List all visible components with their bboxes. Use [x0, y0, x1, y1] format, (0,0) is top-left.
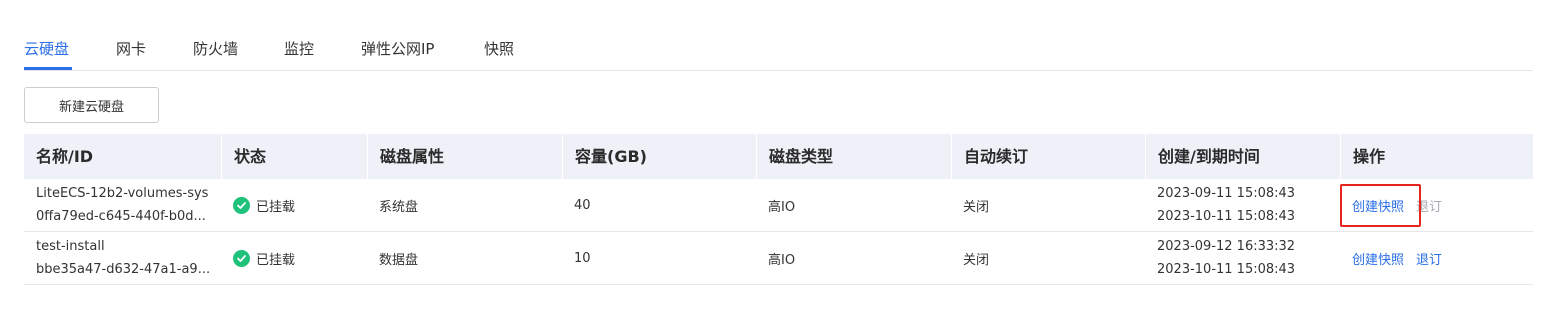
cell-name-id: LiteECS-12b2-volumes-sys 0ffa79ed-c645-4… — [24, 179, 220, 231]
check-circle-icon — [233, 249, 250, 267]
tab-monitoring[interactable]: 监控 — [284, 38, 314, 60]
tab-nic[interactable]: 网卡 — [116, 38, 146, 60]
tab-snapshot[interactable]: 快照 — [484, 38, 514, 60]
cell-auto-renew: 关闭 — [963, 199, 990, 215]
resource-tabs: 云硬盘 网卡 防火墙 监控 弹性公网IP 快照 — [24, 34, 1533, 71]
table-row: test-install bbe35a47-d632-47a1-a9... 已挂… — [24, 232, 1533, 285]
cell-capacity: 40 — [574, 197, 591, 213]
table-header: 名称/ID 状态 磁盘属性 容量(GB) 磁盘类型 自动续订 创建/到期时间 操… — [24, 134, 1533, 179]
cell-status: 已挂载 — [221, 179, 367, 231]
created-time: 2023-09-12 16:33:32 — [1157, 239, 1296, 254]
disk-name: test-install — [36, 239, 105, 254]
tab-firewall[interactable]: 防火墙 — [193, 38, 238, 60]
header-actions: 操作 — [1340, 134, 1533, 179]
create-snapshot-link[interactable]: 创建快照 — [1352, 196, 1404, 215]
row-actions: 创建快照 退订 — [1352, 249, 1442, 268]
cloud-disk-table: 名称/ID 状态 磁盘属性 容量(GB) 磁盘类型 自动续订 创建/到期时间 操… — [24, 134, 1533, 285]
header-capacity: 容量(GB) — [562, 134, 756, 179]
expire-time: 2023-10-11 15:08:43 — [1157, 209, 1296, 224]
cell-created-expires: 2023-09-12 16:33:32 2023-10-11 15:08:43 — [1145, 232, 1340, 284]
table-row: LiteECS-12b2-volumes-sys 0ffa79ed-c645-4… — [24, 179, 1533, 232]
cell-disk-type: 高IO — [768, 252, 796, 268]
unsubscribe-link[interactable]: 退订 — [1416, 196, 1442, 215]
active-tab-indicator — [24, 67, 72, 70]
disk-id: 0ffa79ed-c645-440f-b0d... — [36, 209, 206, 224]
status-badge: 已挂载 — [233, 196, 295, 215]
created-time: 2023-09-11 15:08:43 — [1157, 186, 1296, 201]
cell-actions: 创建快照 退订 — [1340, 232, 1533, 284]
header-created-expires: 创建/到期时间 — [1145, 134, 1340, 179]
status-label: 已挂载 — [256, 252, 296, 268]
tab-cloud-disk[interactable]: 云硬盘 — [24, 38, 69, 60]
header-disk-attribute: 磁盘属性 — [367, 134, 562, 179]
create-snapshot-link[interactable]: 创建快照 — [1352, 249, 1404, 268]
expire-time: 2023-10-11 15:08:43 — [1157, 262, 1296, 277]
header-auto-renew: 自动续订 — [951, 134, 1145, 179]
disk-name: LiteECS-12b2-volumes-sys — [36, 186, 209, 201]
cell-disk-type: 高IO — [768, 199, 796, 215]
header-name-id: 名称/ID — [36, 147, 94, 166]
status-badge: 已挂载 — [233, 249, 295, 268]
status-label: 已挂载 — [256, 199, 296, 215]
cell-disk-attribute: 数据盘 — [379, 252, 419, 268]
check-circle-icon — [233, 196, 250, 214]
cell-auto-renew: 关闭 — [963, 252, 990, 268]
cell-disk-attribute: 系统盘 — [379, 199, 419, 215]
disk-id: bbe35a47-d632-47a1-a9... — [36, 262, 211, 277]
header-status: 状态 — [221, 134, 367, 179]
row-actions: 创建快照 退订 — [1352, 196, 1442, 215]
unsubscribe-link[interactable]: 退订 — [1416, 249, 1442, 268]
cell-capacity: 10 — [574, 250, 591, 266]
cell-name-id: test-install bbe35a47-d632-47a1-a9... — [24, 232, 220, 284]
tab-elastic-ip[interactable]: 弹性公网IP — [361, 38, 434, 60]
cell-status: 已挂载 — [221, 232, 367, 284]
disk-management-page: 云硬盘 网卡 防火墙 监控 弹性公网IP 快照 新建云硬盘 名称/ID 状态 磁… — [0, 0, 1561, 314]
cell-created-expires: 2023-09-11 15:08:43 2023-10-11 15:08:43 — [1145, 179, 1340, 231]
new-cloud-disk-button[interactable]: 新建云硬盘 — [24, 87, 159, 123]
header-disk-type: 磁盘类型 — [756, 134, 951, 179]
cell-actions: 创建快照 退订 — [1340, 179, 1533, 231]
